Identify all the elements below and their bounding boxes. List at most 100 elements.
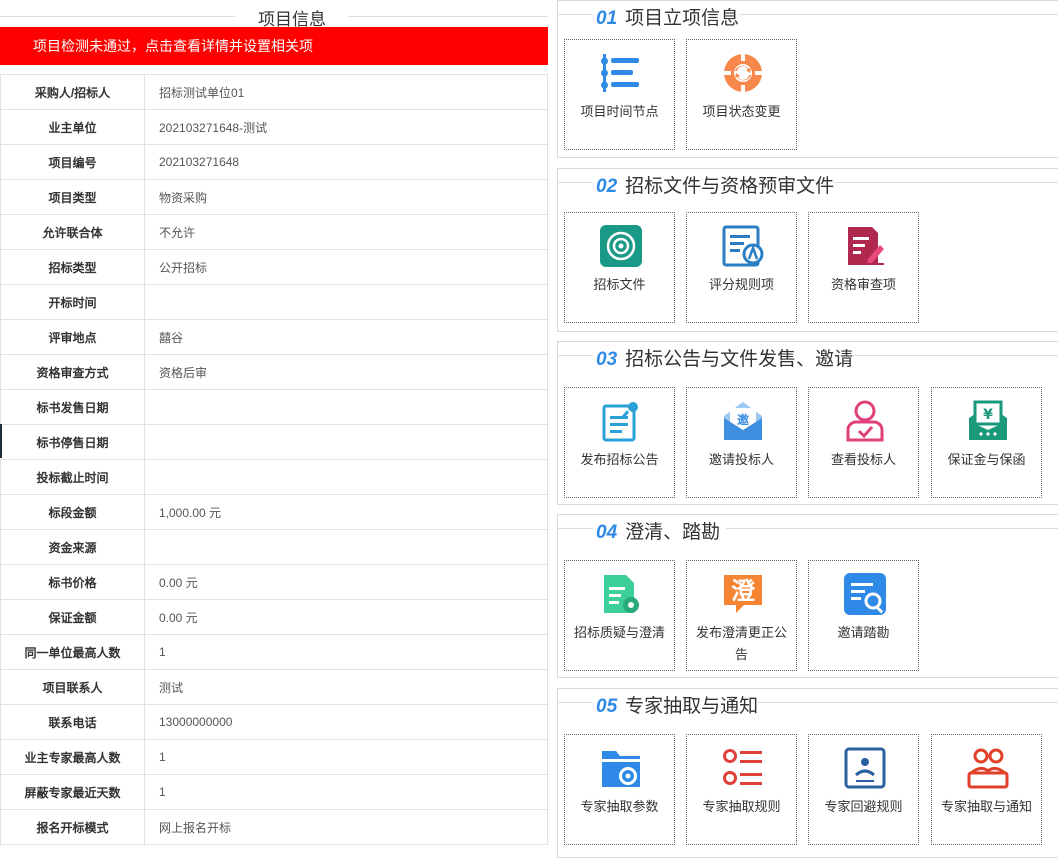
info-label: 项目编号 xyxy=(0,144,145,180)
tile-label: 评分规则项 xyxy=(708,277,774,292)
tile-label: 发布招标公告 xyxy=(580,452,659,467)
tile-scoring-rules[interactable]: 评分规则项 xyxy=(686,212,797,323)
tile-qualification-review[interactable]: 资格审查项 xyxy=(808,212,919,323)
info-row: 屏蔽专家最近天数 1 xyxy=(0,774,548,810)
tile-label: 专家抽取与通知 xyxy=(940,799,1032,814)
info-row: 标书发售日期 xyxy=(0,389,548,425)
info-value: 囍谷 xyxy=(144,319,548,355)
row-marker xyxy=(0,424,2,458)
info-value: 测试 xyxy=(144,669,548,705)
section-title: 专家抽取与通知 xyxy=(625,696,759,717)
info-value: 202103271648 xyxy=(144,144,548,180)
expert-notify-icon xyxy=(967,748,1009,789)
publish-notice-icon xyxy=(602,402,638,442)
info-value xyxy=(144,529,548,565)
info-label: 资格审查方式 xyxy=(0,354,145,390)
section-01: 01 项目立项信息 项目时间节点 项目状态变更 xyxy=(557,0,1058,158)
invite-envelope-icon: 邀 xyxy=(724,402,762,440)
qualification-review-icon xyxy=(848,227,884,265)
tile-deposit-guarantee[interactable]: ¥ 保证金与保函 xyxy=(931,387,1042,498)
info-row: 投标截止时间 xyxy=(0,459,548,495)
scoring-rules-icon xyxy=(722,225,764,267)
info-row: 标书停售日期 xyxy=(0,424,548,460)
tile-label: 项目时间节点 xyxy=(580,104,659,119)
info-label: 报名开标模式 xyxy=(0,809,145,845)
tile-label: 项目状态变更 xyxy=(702,104,781,119)
info-value: 13000000000 xyxy=(144,704,548,740)
info-value: 1 xyxy=(144,634,548,670)
project-info-panel: 项目信息 项目检测未通过，点击查看详情并设置相关项 采购人/招标人 招标测试单位0… xyxy=(0,0,549,851)
info-row: 项目类型 物资采购 xyxy=(0,179,548,215)
deposit-guarantee-icon: ¥ xyxy=(969,400,1007,440)
tile-publish-clarification[interactable]: 澄 发布澄清更正公告 xyxy=(686,560,797,671)
info-row: 资格审查方式 资格后审 xyxy=(0,354,548,390)
info-value: 1 xyxy=(144,739,548,775)
tile-invite-site-survey[interactable]: 邀请踏勘 xyxy=(808,560,919,671)
info-row: 报名开标模式 网上报名开标 xyxy=(0,809,548,845)
info-value: 0.00 元 xyxy=(144,564,548,600)
tile-expert-avoid-rules[interactable]: 专家回避规则 xyxy=(808,734,919,845)
tile-label: 查看投标人 xyxy=(830,452,896,467)
info-row: 资金来源 xyxy=(0,529,548,565)
tile-label: 招标文件 xyxy=(593,277,646,292)
info-row: 项目编号 202103271648 xyxy=(0,144,548,180)
info-row: 允许联合体 不允许 xyxy=(0,214,548,250)
section-05: 05 专家抽取与通知 专家抽取参数 专家抽取规则 专家回避规则 专家抽取与通知 xyxy=(557,688,1058,858)
info-label: 标书发售日期 xyxy=(0,389,145,425)
info-value: 物资采购 xyxy=(144,179,548,215)
info-value: 202103271648-测试 xyxy=(144,109,548,145)
section-title: 招标文件与资格预审文件 xyxy=(625,176,835,197)
info-value: 不允许 xyxy=(144,214,548,250)
bidder-view-icon xyxy=(846,400,884,442)
section-title: 澄清、踏勘 xyxy=(625,522,721,543)
info-label: 屏蔽专家最近天数 xyxy=(0,774,145,810)
info-row: 保证金额 0.00 元 xyxy=(0,599,548,635)
info-value: 1 xyxy=(144,774,548,810)
tile-label: 专家回避规则 xyxy=(824,799,903,814)
section-04: 04 澄清、踏勘 招标质疑与澄清 澄 发布澄清更正公告 邀请踏勘 xyxy=(557,514,1058,678)
tile-publish-tender-notice[interactable]: 发布招标公告 xyxy=(564,387,675,498)
tile-label: 邀请踏勘 xyxy=(837,625,890,640)
section-number: 05 xyxy=(596,696,618,717)
info-label: 允许联合体 xyxy=(0,214,145,250)
tile-label: 招标质疑与澄清 xyxy=(573,625,665,640)
tile-project-timeline[interactable]: 项目时间节点 xyxy=(564,39,675,150)
info-label: 业主单位 xyxy=(0,109,145,145)
info-value xyxy=(144,424,548,460)
tile-tender-documents[interactable]: 招标文件 xyxy=(564,212,675,323)
tile-expert-extract-notify[interactable]: 专家抽取与通知 xyxy=(931,734,1042,845)
tile-label: 保证金与保函 xyxy=(947,452,1026,467)
section-title: 招标公告与文件发售、邀请 xyxy=(625,349,854,370)
tile-expert-extract-params[interactable]: 专家抽取参数 xyxy=(564,734,675,845)
tile-invite-bidders[interactable]: 邀 邀请投标人 xyxy=(686,387,797,498)
info-row: 项目联系人 测试 xyxy=(0,669,548,705)
info-label: 标段金额 xyxy=(0,494,145,530)
avoid-rules-icon xyxy=(844,747,886,789)
project-check-alert[interactable]: 项目检测未通过，点击查看详情并设置相关项 xyxy=(0,27,548,65)
info-row: 标段金额 1,000.00 元 xyxy=(0,494,548,530)
section-header: 01 项目立项信息 xyxy=(558,1,1058,30)
section-number: 03 xyxy=(596,349,618,370)
tile-expert-extract-rules[interactable]: 专家抽取规则 xyxy=(686,734,797,845)
info-row: 业主单位 202103271648-测试 xyxy=(0,109,548,145)
tile-project-status-change[interactable]: 项目状态变更 xyxy=(686,39,797,150)
section-header: 03 招标公告与文件发售、邀请 xyxy=(558,342,1058,371)
tile-label: 发布澄清更正公告 xyxy=(695,625,787,662)
section-header: 02 招标文件与资格预审文件 xyxy=(558,169,1058,198)
info-row: 评审地点 囍谷 xyxy=(0,319,548,355)
section-03: 03 招标公告与文件发售、邀请 发布招标公告 邀 邀请投标人 查看投标人 ¥ 保… xyxy=(557,341,1058,505)
tile-view-bidders[interactable]: 查看投标人 xyxy=(808,387,919,498)
section-title: 项目立项信息 xyxy=(625,8,740,29)
tile-tender-question-clarify[interactable]: 招标质疑与澄清 xyxy=(564,560,675,671)
info-row: 业主专家最高人数 1 xyxy=(0,739,548,775)
tile-label: 专家抽取参数 xyxy=(580,799,659,814)
site-survey-icon xyxy=(844,573,886,615)
svg-text:¥: ¥ xyxy=(983,407,993,423)
info-value xyxy=(144,389,548,425)
list-rules-icon xyxy=(723,749,762,785)
info-row: 标书价格 0.00 元 xyxy=(0,564,548,600)
info-row: 开标时间 xyxy=(0,284,548,320)
svg-text:邀: 邀 xyxy=(737,412,749,427)
info-row: 联系电话 13000000000 xyxy=(0,704,548,740)
info-row: 同一单位最高人数 1 xyxy=(0,634,548,670)
